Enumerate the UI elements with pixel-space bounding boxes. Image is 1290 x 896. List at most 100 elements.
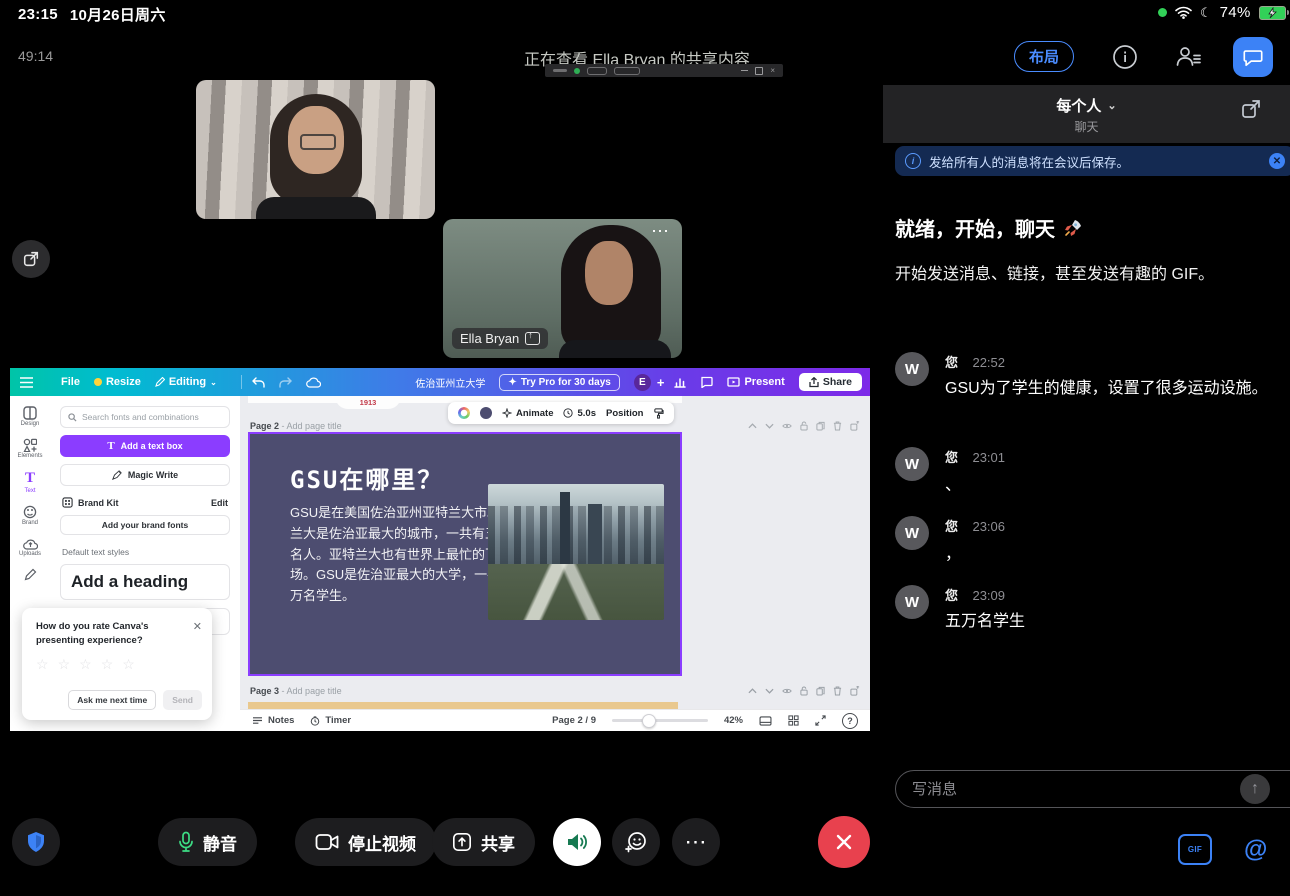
add-brand-fonts-button[interactable]: Add your brand fonts [60, 515, 230, 535]
shield-icon [24, 830, 48, 854]
hide-icon[interactable] [782, 687, 792, 695]
timer-button[interactable]: Timer [310, 715, 351, 726]
color-wheel-icon[interactable] [458, 407, 470, 419]
mute-button[interactable]: 静音 [158, 818, 257, 866]
clock: 23:15 [18, 6, 58, 23]
rail-brand-tab[interactable]: Brand [10, 505, 50, 526]
share-button[interactable]: 共享 [432, 818, 535, 866]
duplicate-icon[interactable] [816, 421, 825, 431]
redo-icon[interactable] [279, 377, 292, 388]
chat-popout-icon[interactable] [1240, 98, 1262, 120]
rail-draw-tab[interactable] [10, 568, 50, 581]
add-page-icon[interactable] [850, 686, 860, 696]
popout-shared-content-button[interactable] [12, 240, 50, 278]
audience-dropdown[interactable]: 每个人 ⌄ [883, 95, 1290, 116]
chat-message: W 您 23:01 、 [895, 447, 1277, 499]
style-roller-icon[interactable] [653, 408, 664, 419]
delete-icon[interactable] [833, 686, 842, 696]
zoom-slider-handle[interactable] [642, 714, 656, 728]
notes-button[interactable]: Notes [252, 715, 294, 726]
message-sender: 您 [945, 355, 958, 370]
move-up-icon[interactable] [748, 423, 757, 429]
message-time: 23:09 [972, 588, 1005, 603]
security-button[interactable] [12, 818, 60, 866]
banner-close-icon[interactable]: ✕ [1269, 153, 1285, 169]
video-thumbnail-self[interactable] [196, 80, 435, 219]
try-pro-button[interactable]: ✦ Try Pro for 30 days [499, 374, 619, 391]
canva-share-button[interactable]: Share [799, 373, 862, 391]
stop-video-label: 停止视频 [348, 830, 416, 855]
date: 10月26日周六 [70, 4, 166, 25]
stop-video-button[interactable]: 停止视频 [295, 818, 436, 866]
account-avatar[interactable]: E [634, 374, 651, 391]
chat-message: W 您 23:06 ， [895, 516, 1277, 568]
move-down-icon[interactable] [765, 423, 774, 429]
duplicate-icon[interactable] [816, 686, 825, 696]
move-down-icon[interactable] [765, 688, 774, 694]
undo-icon[interactable] [252, 377, 265, 388]
feedback-popup: How do you rate Canva's presenting exper… [22, 608, 212, 720]
info-icon[interactable] [1112, 44, 1138, 70]
hide-icon[interactable] [782, 422, 792, 430]
chevron-down-icon: ⌄ [1107, 99, 1116, 112]
send-button[interactable]: ↑ [1240, 774, 1270, 804]
add-text-box-button[interactable]: T Add a text box [60, 435, 230, 457]
participants-icon[interactable] [1174, 43, 1202, 71]
magic-write-button[interactable]: Magic Write [60, 464, 230, 486]
rail-text-tab[interactable]: T Text [10, 470, 50, 494]
rating-stars[interactable]: ☆☆☆☆☆ [36, 656, 212, 673]
feedback-question: How do you rate Canva's presenting exper… [36, 620, 186, 648]
file-menu[interactable]: File [61, 376, 80, 388]
send-feedback-button[interactable]: Send [163, 690, 202, 710]
speaker-button[interactable] [553, 818, 601, 866]
add-member-icon[interactable]: + [657, 375, 665, 390]
rail-design-tab[interactable]: Design [10, 406, 50, 427]
rail-elements-tab[interactable]: Elements [10, 438, 50, 459]
message-input[interactable] [895, 770, 1290, 808]
page2-title-placeholder[interactable]: - Add page title [282, 421, 342, 431]
add-page-icon[interactable] [850, 421, 860, 431]
avatar: W [895, 516, 929, 550]
zoom-slider[interactable] [612, 719, 708, 722]
mention-button[interactable]: @ [1244, 836, 1267, 864]
menu-icon[interactable] [20, 377, 33, 388]
move-up-icon[interactable] [748, 688, 757, 694]
insights-icon[interactable] [674, 377, 686, 388]
comments-icon[interactable] [700, 376, 713, 388]
animate-button[interactable]: Animate [502, 408, 553, 419]
resize-menu[interactable]: Resize [94, 376, 141, 388]
slide-page2[interactable]: GSU在哪里？ GSU是在美国佐治亚州亚特兰大市。亚特兰大是佐治亚最大的城市，一… [248, 432, 682, 676]
editing-mode-dropdown[interactable]: Editing ⌄ [155, 376, 217, 388]
present-button[interactable]: Present [727, 376, 784, 388]
chat-toggle-button[interactable] [1233, 37, 1273, 77]
duration-button[interactable]: 5.0s [563, 408, 596, 419]
thumbnail-more-icon[interactable]: ⋯ [651, 221, 670, 242]
video-thumbnail-remote[interactable]: ⋯ Ella Bryan [443, 219, 682, 358]
lock-icon[interactable] [800, 421, 808, 431]
position-button[interactable]: Position [606, 408, 643, 419]
participant-name: Ella Bryan [460, 331, 519, 346]
ask-later-button[interactable]: Ask me next time [68, 690, 156, 710]
add-heading-style[interactable]: Add a heading [60, 564, 230, 600]
rail-uploads-tab[interactable]: Uploads [10, 537, 50, 557]
page3-title-placeholder[interactable]: - Add page title [282, 686, 342, 696]
grid-view-icon[interactable] [788, 715, 799, 726]
font-search-box[interactable]: Search fonts and combinations [60, 406, 230, 428]
end-call-button[interactable] [818, 816, 870, 868]
presenter-view-icon[interactable] [759, 716, 772, 726]
message-sender: 您 [945, 450, 958, 465]
fullscreen-icon[interactable] [815, 715, 826, 726]
document-title[interactable]: 佐治亚州立大学 [415, 375, 485, 390]
more-options-button[interactable]: ⋯ [672, 818, 720, 866]
slide-city-image[interactable] [488, 484, 664, 620]
popup-close-icon[interactable]: ✕ [193, 620, 202, 633]
lock-icon[interactable] [800, 686, 808, 696]
reactions-button[interactable] [612, 818, 660, 866]
brand-kit-edit-link[interactable]: Edit [211, 498, 228, 508]
fill-color-swatch[interactable] [480, 407, 492, 419]
gif-button[interactable]: GIF [1178, 834, 1212, 865]
highways [488, 564, 664, 620]
layout-button[interactable]: 布局 [1014, 41, 1074, 72]
delete-icon[interactable] [833, 421, 842, 431]
help-icon[interactable]: ? [842, 713, 858, 729]
